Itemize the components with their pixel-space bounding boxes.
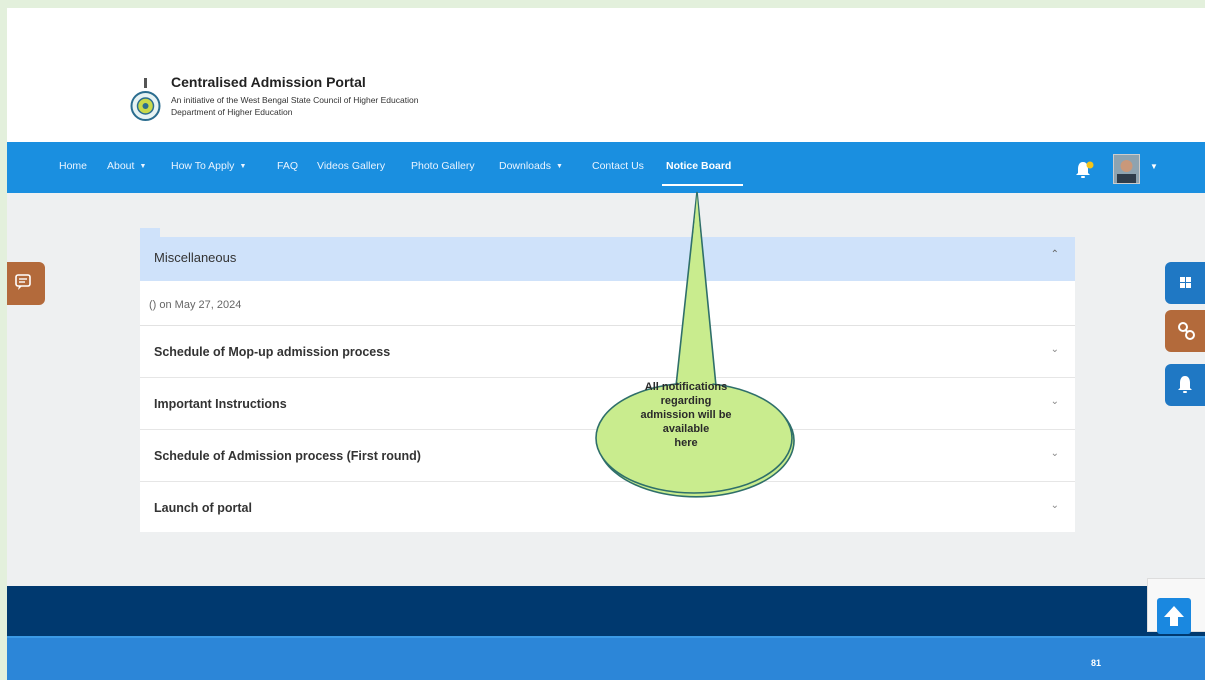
notice-date-row: () on May 27, 2024 [140, 281, 1075, 326]
nav-notice-board[interactable]: Notice Board [666, 160, 731, 172]
emblem-logo-icon [130, 78, 161, 121]
accordion-category-label: Miscellaneous [154, 250, 237, 265]
nav-contact-us-label: Contact Us [592, 160, 644, 172]
footer-top-band [7, 586, 1205, 638]
notice-item-title: Launch of portal [154, 501, 252, 515]
grid-icon [1180, 277, 1191, 288]
chevron-down-icon: ▼ [239, 162, 247, 170]
notice-date: () on May 27, 2024 [149, 299, 242, 311]
nav-home[interactable]: Home [59, 160, 87, 172]
chevron-down-icon: ⌄ [1050, 344, 1059, 355]
nav-videos-gallery-label: Videos Gallery [317, 160, 386, 172]
callout-text: All notifications regarding admission wi… [600, 380, 772, 450]
nav-videos-gallery[interactable]: Videos Gallery [317, 160, 385, 172]
chevron-down-icon: ⌄ [1050, 448, 1059, 459]
feedback-button[interactable] [7, 262, 45, 305]
nav-how-to-apply[interactable]: How To Apply ▼ [171, 160, 246, 172]
subtitle-line-department: Department of Higher Education [171, 107, 293, 117]
nav-faq-label: FAQ [277, 160, 299, 172]
footer-bottom-band [7, 638, 1205, 680]
nav-photo-gallery[interactable]: Photo Gallery [411, 160, 475, 172]
page-number: 81 [1091, 658, 1102, 668]
active-tab-indicator [662, 184, 743, 186]
callout-line: All notifications [644, 381, 728, 393]
subtitle-line-council: An initiative of the West Bengal State C… [171, 95, 419, 105]
nav-contact-us[interactable]: Contact Us [592, 160, 644, 172]
nav-home-label: Home [59, 160, 88, 172]
chevron-down-icon: ▼ [139, 162, 147, 170]
notice-item-title: Schedule of Mop-up admission process [154, 345, 391, 359]
callout-line: admission will be [640, 409, 732, 421]
chevron-down-icon: ▼ [555, 162, 563, 170]
arrow-up-icon [1164, 606, 1184, 626]
nav-downloads[interactable]: Downloads ▼ [499, 160, 563, 172]
callout-line: here [674, 437, 698, 449]
main-nav: Home About ▼ How To Apply ▼ FAQ Videos Gal… [7, 142, 1205, 193]
site-header: Centralised Admission Portal An initiati… [7, 8, 1205, 142]
side-notifications-button[interactable] [1165, 364, 1205, 406]
notice-item-mop-up[interactable]: Schedule of Mop-up admission process ⌄ [140, 326, 1075, 378]
portal-subtitle: An initiative of the West Bengal State C… [171, 94, 418, 118]
side-links-button[interactable] [1165, 310, 1205, 352]
chevron-up-icon: ⌃ [1050, 249, 1059, 260]
user-avatar[interactable] [1113, 154, 1140, 184]
notice-item-launch-portal[interactable]: Launch of portal ⌄ [140, 482, 1075, 533]
chevron-down-icon[interactable]: ▼ [1150, 162, 1158, 171]
link-icon [1178, 322, 1195, 340]
nav-how-to-apply-label: How To Apply [171, 160, 235, 172]
nav-about[interactable]: About ▼ [107, 160, 146, 172]
notice-item-title: Important Instructions [154, 397, 287, 411]
page: Centralised Admission Portal An initiati… [7, 8, 1205, 680]
nav-about-label: About [107, 160, 135, 172]
accordion-header-miscellaneous[interactable]: Miscellaneous ⌃ [140, 237, 1075, 281]
nav-notice-board-label: Notice Board [666, 160, 732, 172]
scroll-to-top-button[interactable] [1157, 598, 1191, 634]
nav-photo-gallery-label: Photo Gallery [411, 160, 475, 172]
bell-icon[interactable] [1073, 160, 1095, 180]
nav-downloads-label: Downloads [499, 160, 551, 172]
chat-icon [15, 274, 31, 290]
nav-faq[interactable]: FAQ [277, 160, 298, 172]
notice-item-title: Schedule of Admission process (First rou… [154, 449, 421, 463]
callout-line: regarding [660, 395, 712, 407]
portal-title: Centralised Admission Portal [171, 74, 366, 90]
chevron-down-icon: ⌄ [1050, 396, 1059, 407]
bell-icon [1178, 376, 1192, 393]
chevron-down-icon: ⌄ [1050, 500, 1059, 511]
side-dashboard-button[interactable] [1165, 262, 1205, 304]
callout-line: available [662, 423, 710, 435]
